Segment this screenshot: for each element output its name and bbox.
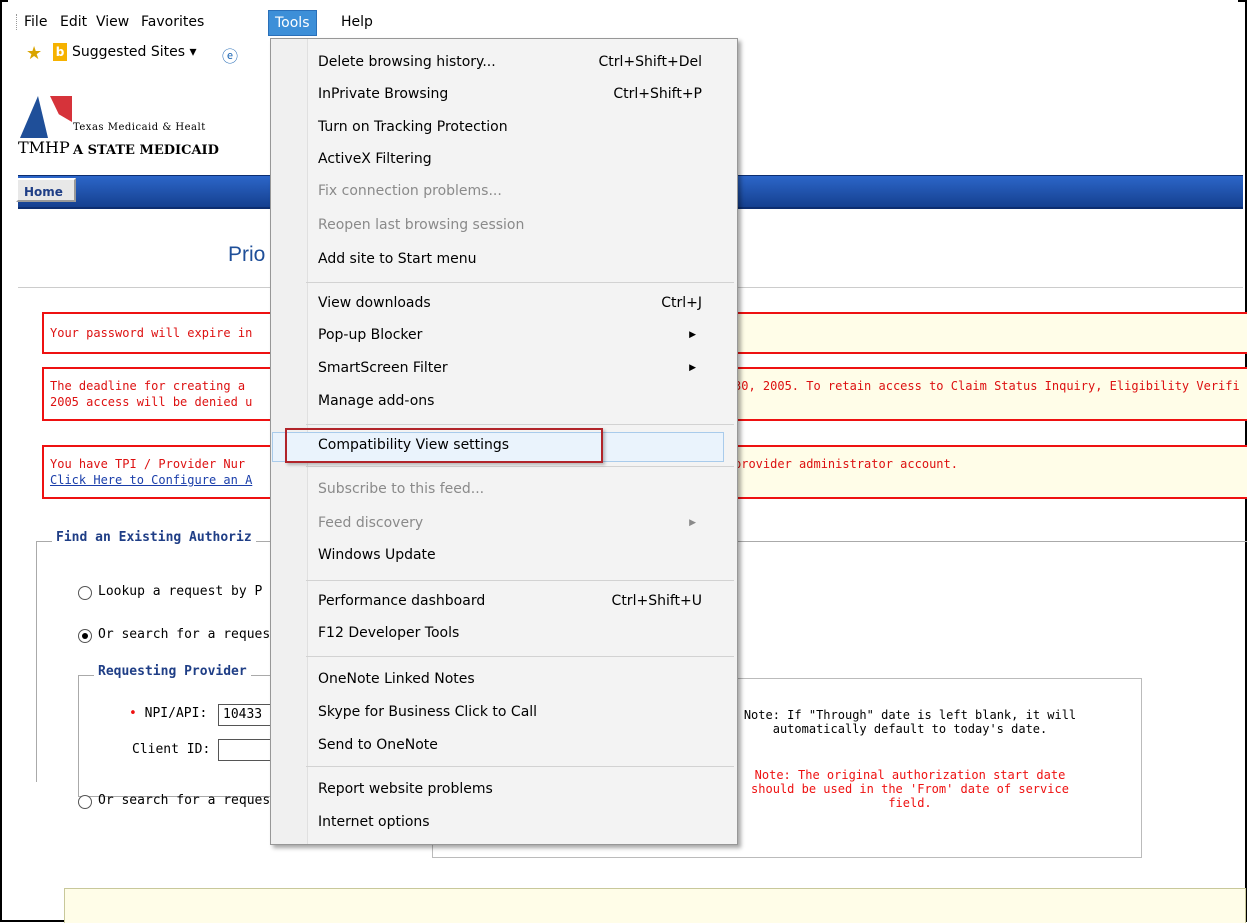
requesting-provider-legend: Requesting Provider xyxy=(94,664,251,679)
menu-separator xyxy=(306,656,734,657)
tools-menu-item-label: Add site to Start menu xyxy=(318,251,477,267)
tools-menu-item-label: Pop-up Blocker xyxy=(318,327,423,343)
through-date-note: Note: If "Through" date is left blank, i… xyxy=(743,708,1077,736)
org-name-big: A STATE MEDICAID xyxy=(73,143,219,158)
tools-menu-item-inprivate-browsing[interactable]: InPrivate Browsing Ctrl+Shift+P xyxy=(318,79,718,109)
home-tab[interactable]: Home xyxy=(16,178,76,202)
tmhp-logo-blue-shape xyxy=(20,96,48,138)
ie-page-icon[interactable]: ⓔ xyxy=(222,43,238,67)
annotation-red-box xyxy=(285,428,603,463)
search-request-radio[interactable] xyxy=(78,629,92,643)
submenu-arrow-icon: ▶ xyxy=(689,330,696,340)
tools-menu-item-label: View downloads xyxy=(318,295,431,311)
tools-menu-item-onenote-linked-notes[interactable]: OneNote Linked Notes xyxy=(318,664,718,694)
favorites-star-icon[interactable]: ★ xyxy=(26,43,42,64)
tools-menu-item-turn-on-tracking-protection[interactable]: Turn on Tracking Protection xyxy=(318,112,718,142)
suggested-sites-link[interactable]: Suggested Sites ▾ xyxy=(72,44,197,60)
bottom-panel xyxy=(64,888,1246,923)
npi-label: • NPI/API: xyxy=(129,706,208,721)
tools-menu-item-label: Delete browsing history... xyxy=(318,54,496,70)
tools-menu-item-label: Reopen last browsing session xyxy=(318,217,525,233)
deadline-text-right: 30, 2005. To retain access to Claim Stat… xyxy=(734,379,1240,393)
tools-menu-item-send-to-onenote[interactable]: Send to OneNote xyxy=(318,730,718,760)
menu-separator xyxy=(306,424,734,425)
tools-menu-item-label: F12 Developer Tools xyxy=(318,625,460,641)
tools-menu-item-reopen-last-browsing-session[interactable]: Reopen last browsing session xyxy=(318,210,718,240)
deadline-text-left: The deadline for creating a xyxy=(50,379,246,393)
menu-separator xyxy=(306,766,734,767)
tools-menu-item-label: ActiveX Filtering xyxy=(318,151,432,167)
tools-menu-item-delete-browsing-history[interactable]: Delete browsing history... Ctrl+Shift+Del xyxy=(318,47,718,77)
lookup-radio-label: Lookup a request by P xyxy=(98,584,263,599)
submenu-arrow-icon: ▶ xyxy=(689,518,696,528)
menu-help[interactable]: Help xyxy=(341,14,373,30)
tmhp-logo-text: TMHP xyxy=(18,138,70,157)
tools-menu-item-label: Send to OneNote xyxy=(318,737,438,753)
tools-menu-item-report-website-problems[interactable]: Report website problems xyxy=(318,774,718,804)
tools-menu-item-shortcut: Ctrl+Shift+U xyxy=(611,593,702,609)
start-date-note: Note: The original authorization start d… xyxy=(751,768,1069,810)
menu-edit[interactable]: Edit xyxy=(60,14,87,30)
tools-menu-item-pop-up-blocker[interactable]: Pop-up Blocker ▶ xyxy=(318,320,718,350)
tools-menu-item-label: Subscribe to this feed... xyxy=(318,481,485,497)
menu-separator xyxy=(306,466,734,467)
tools-menu-item-label: Report website problems xyxy=(318,781,493,797)
tools-menu-item-label: Feed discovery xyxy=(318,515,424,531)
tools-menu-item-fix-connection-problems[interactable]: Fix connection problems... xyxy=(318,176,718,206)
tools-menu-item-shortcut: Ctrl+Shift+Del xyxy=(598,54,702,70)
toolbar-grip xyxy=(16,14,19,30)
configure-account-link[interactable]: Click Here to Configure an A xyxy=(50,473,252,487)
tools-menu-item-internet-options[interactable]: Internet options xyxy=(318,807,718,837)
menu-favorites[interactable]: Favorites xyxy=(141,14,204,30)
menu-file[interactable]: File xyxy=(24,14,47,30)
tpi-text-right: provider administrator account. xyxy=(734,457,958,471)
tools-menu-item-label: Windows Update xyxy=(318,547,436,563)
tools-menu-item-feed-discovery[interactable]: Feed discovery ▶ xyxy=(318,508,718,538)
tools-menu-item-label: OneNote Linked Notes xyxy=(318,671,475,687)
menu-tools[interactable]: Tools xyxy=(268,10,317,36)
tools-menu-item-add-site-to-start-menu[interactable]: Add site to Start menu xyxy=(318,244,718,274)
tools-menu-item-label: InPrivate Browsing xyxy=(318,86,449,102)
tpi-text-left: You have TPI / Provider Nur xyxy=(50,457,246,471)
bing-icon: b xyxy=(53,43,67,61)
password-alert-text: Your password will expire in xyxy=(50,326,253,340)
menu-separator xyxy=(306,580,734,581)
lookup-radio[interactable] xyxy=(78,586,92,600)
tools-menu-item-view-downloads[interactable]: View downloads Ctrl+J xyxy=(318,288,718,318)
client-id-input[interactable] xyxy=(218,739,278,761)
tools-menu-item-subscribe-to-this-feed[interactable]: Subscribe to this feed... xyxy=(318,474,718,504)
tools-menu-item-label: Internet options xyxy=(318,814,430,830)
tools-menu-item-activex-filtering[interactable]: ActiveX Filtering xyxy=(318,144,718,174)
client-id-label: Client ID: xyxy=(132,742,211,757)
org-name-small: Texas Medicaid & Healt xyxy=(73,122,206,133)
tools-menu-item-shortcut: Ctrl+Shift+P xyxy=(613,86,702,102)
deadline-text-line2: 2005 access will be denied u xyxy=(50,395,253,409)
tools-menu-item-performance-dashboard[interactable]: Performance dashboard Ctrl+Shift+U xyxy=(318,586,718,616)
tools-menu-item-shortcut: Ctrl+J xyxy=(661,295,702,311)
tools-menu-item-windows-update[interactable]: Windows Update xyxy=(318,540,718,570)
tools-menu-item-label: Manage add-ons xyxy=(318,393,435,409)
submenu-arrow-icon: ▶ xyxy=(689,363,696,373)
facility-search-radio[interactable] xyxy=(78,795,92,809)
tools-menu-item-skype-for-business-click-to-call[interactable]: Skype for Business Click to Call xyxy=(318,697,718,727)
page-title: Prio xyxy=(228,243,266,266)
menu-separator xyxy=(306,282,734,283)
tools-menu-item-f12-developer-tools[interactable]: F12 Developer Tools xyxy=(318,618,718,648)
tools-menu-item-label: SmartScreen Filter xyxy=(318,360,448,376)
menu-view[interactable]: View xyxy=(96,14,129,30)
search-request-radio-label: Or search for a reques xyxy=(98,627,271,642)
tools-menu-item-label: Turn on Tracking Protection xyxy=(318,119,508,135)
tools-menu-item-manage-add-ons[interactable]: Manage add-ons xyxy=(318,386,718,416)
tools-menu-item-label: Skype for Business Click to Call xyxy=(318,704,538,720)
tools-menu-item-smartscreen-filter[interactable]: SmartScreen Filter ▶ xyxy=(318,353,718,383)
tools-menu-item-label: Performance dashboard xyxy=(318,593,486,609)
tools-menu-item-label: Fix connection problems... xyxy=(318,183,502,199)
find-authorization-legend: Find an Existing Authoriz xyxy=(52,530,256,545)
menu-bar: File Edit View Favorites Tools Help xyxy=(8,0,1238,36)
npi-input[interactable]: 10433 xyxy=(218,704,278,726)
